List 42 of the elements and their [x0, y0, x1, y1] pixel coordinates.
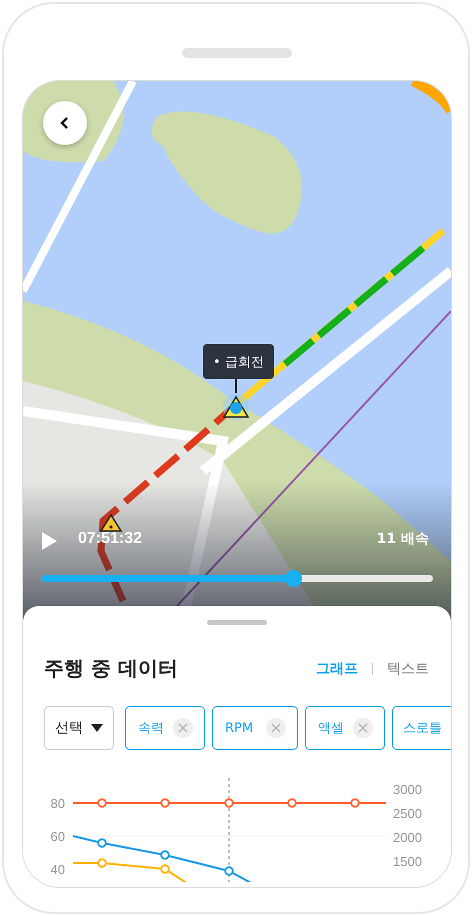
- axis-label: 2000: [393, 830, 422, 845]
- data-point: [97, 858, 107, 868]
- location-warning-icon: [221, 393, 251, 421]
- sheet-title: 주행 중 데이터: [44, 655, 178, 682]
- select-dropdown[interactable]: 선택: [44, 706, 114, 750]
- data-point: [97, 838, 107, 848]
- select-label: 선택: [55, 719, 83, 737]
- data-point: [224, 866, 234, 876]
- data-point: [97, 798, 107, 808]
- remove-icon[interactable]: [266, 718, 286, 738]
- filter-chip[interactable]: 속력: [125, 706, 205, 750]
- event-tooltip: • 급회전: [203, 344, 274, 379]
- filter-chip[interactable]: RPM: [212, 706, 298, 750]
- data-point: [350, 798, 360, 808]
- playback-time: 07:51:32: [78, 530, 142, 548]
- data-point: [160, 798, 170, 808]
- axis-label: 2500: [393, 806, 422, 821]
- speed-button[interactable]: 11 배속: [376, 530, 429, 548]
- axis-label: 60: [50, 829, 65, 844]
- sheet-handle[interactable]: [207, 620, 267, 625]
- axis-label: 3000: [393, 782, 422, 797]
- view-tab[interactable]: 그래프: [316, 660, 358, 678]
- chip-label: 스로틀: [403, 720, 442, 737]
- filter-chip[interactable]: 액셀: [305, 706, 385, 750]
- play-icon: [41, 532, 57, 550]
- data-point: [160, 864, 170, 874]
- data-point: [287, 798, 297, 808]
- view-tab[interactable]: 텍스트: [387, 660, 429, 678]
- caret-icon: [91, 724, 103, 732]
- chip-label: RPM: [225, 720, 254, 736]
- remove-icon[interactable]: [173, 718, 193, 738]
- chip-label: 액셀: [318, 720, 344, 737]
- data-point: [160, 850, 170, 860]
- filter-chip[interactable]: 스로틀: [392, 706, 451, 750]
- chip-label: 속력: [138, 720, 164, 737]
- remove-icon[interactable]: [353, 718, 373, 738]
- axis-label: 1500: [393, 854, 422, 869]
- warning-icon: [99, 513, 123, 533]
- data-point: [224, 798, 234, 808]
- back-icon: [59, 116, 71, 130]
- axis-label: 40: [50, 862, 65, 877]
- axis-label: 80: [50, 796, 65, 811]
